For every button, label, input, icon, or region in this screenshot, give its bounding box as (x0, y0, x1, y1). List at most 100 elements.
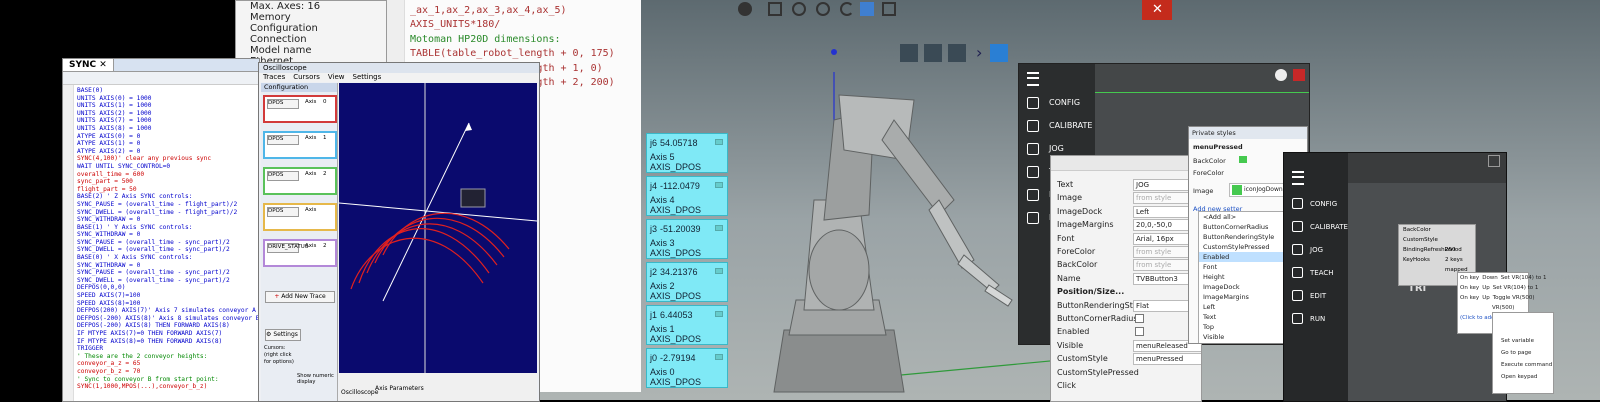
scope-menu-item[interactable]: Settings (353, 73, 382, 81)
hamburger-icon[interactable] (1292, 171, 1304, 185)
setter-option[interactable]: ImageDock (1199, 282, 1285, 292)
trace-parameter[interactable]: DPOS (267, 99, 299, 109)
tab-sync[interactable]: SYNC ✕ (63, 59, 114, 71)
key-action-row[interactable]: On key Up Toggle VR(500) (1458, 293, 1535, 303)
trace-axis[interactable]: 1 (323, 135, 327, 141)
trace-config[interactable]: DPOS Axis 0 (263, 95, 337, 123)
rotate-icon[interactable] (840, 2, 854, 16)
sync-code[interactable]: BASE(0) UNITS AXIS(0) = 1000 UNITS AXIS(1)… (77, 87, 259, 391)
context-menu-item[interactable]: Open keypad (1493, 371, 1553, 383)
trace-parameter[interactable]: DPOS (267, 135, 299, 145)
tree-item[interactable]: Memory (236, 12, 386, 23)
card-toggle-icon[interactable] (715, 268, 723, 274)
setter-option[interactable]: Left (1199, 302, 1285, 312)
tab-axis-parameters[interactable]: Axis Parameters (375, 385, 424, 392)
chart-icon[interactable] (948, 44, 966, 62)
joint-card[interactable]: j3 -51.20039 Axis 3 AXIS_DPOS (646, 219, 728, 259)
trace-config[interactable]: DPOS Axis (263, 203, 337, 231)
setter-option[interactable]: Font (1199, 262, 1285, 272)
alarm-icon[interactable] (1293, 69, 1305, 81)
add-trace-button[interactable]: + Add New Trace (265, 291, 335, 303)
box-view-icon[interactable] (882, 2, 896, 16)
joint-card[interactable]: j4 -112.0479 Axis 4 AXIS_DPOS (646, 176, 728, 216)
menu-list-icon[interactable] (990, 44, 1008, 62)
trace-config[interactable]: DPOS Axis 2 (263, 167, 337, 195)
context-menu-item[interactable]: Execute command (1493, 359, 1553, 371)
trace-parameter[interactable]: DPOS (267, 171, 299, 181)
setter-option[interactable]: Enabled (1199, 252, 1285, 262)
pendant2-menu-teach[interactable]: TEACH (1284, 262, 1348, 284)
tree-item[interactable]: Max. Axes: 16 (236, 1, 386, 12)
setter-option[interactable]: ButtonRenderingStyle (1199, 232, 1285, 242)
scope-menu-item[interactable]: Traces (263, 73, 285, 81)
tab-oscilloscope[interactable]: Oscilloscope (341, 389, 378, 396)
setter-option[interactable]: CustomStylePressed (1199, 242, 1285, 252)
pendant2-menu-edit[interactable]: EDIT (1284, 285, 1348, 307)
hamburger-icon[interactable] (1027, 72, 1039, 86)
pendant2-menu-calibrate[interactable]: CALIBRATE (1284, 216, 1348, 238)
oscilloscope-window[interactable]: Oscilloscope Traces Cursors View Settings C… (258, 62, 540, 402)
layers-icon[interactable] (900, 44, 918, 62)
trace-config[interactable]: DRIVE_STATUS Axis 2 (263, 239, 337, 267)
pendant2-menu-run[interactable]: RUN (1284, 308, 1348, 330)
context-menu-item[interactable]: Go to page (1493, 347, 1553, 359)
pan-icon[interactable] (860, 2, 874, 16)
trace-axis[interactable]: 0 (323, 99, 327, 105)
joint-card[interactable]: j1 6.44053 Axis 1 AXIS_DPOS (646, 305, 728, 345)
joint-card[interactable]: j6 54.05718 Axis 5 AXIS_DPOS (646, 133, 728, 173)
setter-option[interactable]: Height (1199, 272, 1285, 282)
pendant2-menu-config[interactable]: CONFIG (1284, 193, 1348, 215)
scope-menu-item[interactable]: Cursors (293, 73, 320, 81)
trace-parameter[interactable]: DPOS (267, 207, 299, 217)
menu-label: CALIBRATE (1049, 121, 1093, 130)
key-action-row[interactable]: On key Down Set VR(104) to 1 (1458, 273, 1546, 283)
properties-panel[interactable]: Text JOG Image from style ImageDock Left Image… (1050, 155, 1202, 402)
action-context-menu[interactable]: Set variable Go to page Execute command Ope… (1492, 312, 1554, 394)
backcolor-swatch[interactable] (1239, 156, 1247, 163)
pendant2-menu-jog[interactable]: JOG (1284, 239, 1348, 261)
oscilloscope-plot[interactable] (338, 83, 538, 373)
tree-item[interactable]: Configuration (236, 23, 386, 34)
code-line: sync_part = 500 (77, 178, 133, 186)
trace-config[interactable]: DPOS Axis 1 (263, 131, 337, 159)
sync-editor-window[interactable]: SYNC ✕ BASE(0) UNITS AXIS(0) = 1000 UNITS … (62, 58, 260, 402)
fit-view-icon[interactable] (768, 2, 782, 16)
property-value[interactable]: menuPressed (1133, 353, 1201, 366)
setter-option[interactable]: ImageMargins (1199, 292, 1285, 302)
trace-axis[interactable]: 2 (323, 171, 327, 177)
setter-option[interactable]: ButtonCornerRadius (1199, 222, 1285, 232)
setter-option[interactable]: Top (1199, 322, 1285, 332)
card-toggle-icon[interactable] (715, 354, 723, 360)
context-menu-item[interactable]: Set variable (1493, 335, 1553, 347)
card-toggle-icon[interactable] (715, 311, 723, 317)
pendant-menu-config[interactable]: CONFIG (1019, 92, 1095, 114)
setter-dropdown[interactable]: <Add all> ButtonCornerRadius ButtonRenderi… (1198, 211, 1286, 343)
trace-parameter[interactable]: DRIVE_STATUS (267, 243, 308, 253)
tree-item[interactable]: Connection (236, 34, 386, 45)
config-value[interactable]: 250 (1445, 245, 1456, 255)
setter-option[interactable]: Visible (1199, 332, 1285, 342)
trace-axis[interactable]: 2 (323, 243, 327, 249)
card-toggle-icon[interactable] (715, 139, 723, 145)
code-line: overall_time = 600 (77, 170, 145, 178)
property-checkbox[interactable] (1135, 327, 1144, 337)
scope-menu-item[interactable]: View (328, 73, 345, 81)
style-menu-pressed[interactable]: menuPressed (1193, 143, 1243, 151)
card-toggle-icon[interactable] (715, 225, 723, 231)
zoom-in-icon[interactable] (792, 2, 806, 16)
key-action-row[interactable]: On key Up Set VR(104) to 1 (1458, 283, 1538, 293)
property-checkbox[interactable] (1135, 314, 1144, 323)
window-close-button[interactable]: ✕ (1142, 0, 1172, 20)
settings-button[interactable]: ⚙ Settings (265, 329, 301, 341)
window-icon[interactable] (1488, 155, 1500, 167)
setter-option[interactable]: <Add all> (1199, 212, 1285, 222)
card-toggle-icon[interactable] (715, 182, 723, 188)
pause-icon[interactable] (738, 2, 752, 16)
zoom-out-icon[interactable] (816, 2, 830, 16)
pendant-menu-calibrate[interactable]: CALIBRATE (1019, 115, 1095, 137)
axes-icon[interactable] (924, 44, 942, 62)
joint-card[interactable]: j2 34.21376 Axis 2 AXIS_DPOS (646, 262, 728, 302)
setter-option[interactable]: Text (1199, 312, 1285, 322)
joint-card[interactable]: j0 -2.79194 Axis 0 AXIS_DPOS (646, 348, 728, 388)
tree-item[interactable]: Model name (236, 45, 386, 56)
